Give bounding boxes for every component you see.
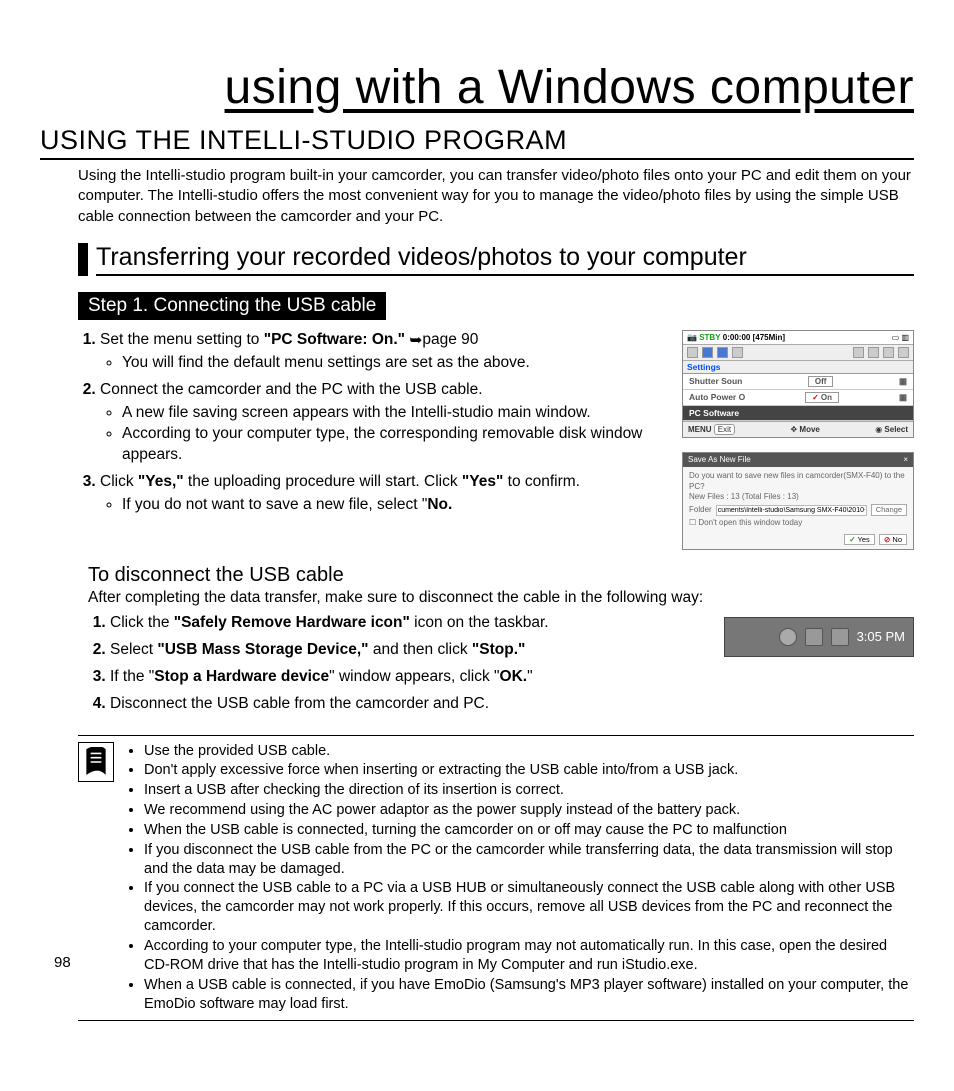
steps-list: Set the menu setting to "PC Software: On… xyxy=(78,330,682,516)
disconnect-step: Click the "Safely Remove Hardware icon" … xyxy=(110,613,724,634)
no-button: ⊘ No xyxy=(879,534,907,545)
step-2: Connect the camcorder and the PC with th… xyxy=(100,380,682,467)
note-item: Don't apply excessive force when inserti… xyxy=(144,761,914,780)
notes-list: Use the provided USB cable. Don't apply … xyxy=(126,742,914,1015)
step-1-bullet: You will find the default menu settings … xyxy=(122,353,682,374)
divider xyxy=(78,1020,914,1021)
folder-path-input xyxy=(716,505,867,516)
disconnect-step: Select "USB Mass Storage Device," and th… xyxy=(110,640,724,661)
note-item: When a USB cable is connected, if you ha… xyxy=(144,976,914,1014)
intro-paragraph: Using the Intelli-studio program built-i… xyxy=(78,166,914,227)
disconnect-step: If the "Stop a Hardware device" window a… xyxy=(110,667,724,688)
dialog-title: Save As New File xyxy=(688,455,751,465)
taskbar-screenshot: 3:05 PM xyxy=(724,617,914,657)
step-2-bullet: According to your computer type, the cor… xyxy=(122,424,682,466)
section-heading: USING THE INTELLI-STUDIO PROGRAM xyxy=(40,125,914,160)
tray-icon xyxy=(831,628,849,646)
dialog-question: Do you want to save new files in camcord… xyxy=(689,471,907,492)
arrow-right-icon: ➥ xyxy=(409,331,422,352)
tray-icon xyxy=(805,628,823,646)
note-item: According to your computer type, the Int… xyxy=(144,937,914,975)
step-3: Click "Yes," the uploading procedure wil… xyxy=(100,472,682,516)
note-item: When the USB cable is connected, turning… xyxy=(144,821,914,840)
disconnect-step: Disconnect the USB cable from the camcor… xyxy=(110,694,724,715)
note-item: If you disconnect the USB cable from the… xyxy=(144,841,914,879)
step-bold: "PC Software: On." xyxy=(264,331,405,348)
step-heading: Step 1. Connecting the USB cable xyxy=(78,292,386,320)
stby-label: STBY xyxy=(699,333,720,342)
tray-icon xyxy=(779,628,797,646)
subsection-heading: Transferring your recorded videos/photos… xyxy=(96,243,914,276)
taskbar-time: 3:05 PM xyxy=(857,629,905,644)
note-item: We recommend using the AC power adaptor … xyxy=(144,801,914,820)
close-icon: × xyxy=(903,455,908,465)
step-3-bullet: If you do not want to save a new file, s… xyxy=(122,495,682,516)
camcorder-menu-screenshot: 📷 STBY 0:00:00 [475Min] ▭ ▥ Settings Shu… xyxy=(682,330,914,438)
dont-open-checkbox-label: Don't open this window today xyxy=(698,518,802,527)
step-pageref: page 90 xyxy=(422,331,478,348)
note-item: Use the provided USB cable. xyxy=(144,742,914,761)
note-item: If you connect the USB cable to a PC via… xyxy=(144,879,914,936)
page-number: 98 xyxy=(54,954,71,971)
heading-bar xyxy=(78,243,88,276)
step-text: Connect the camcorder and the PC with th… xyxy=(100,381,483,398)
disconnect-heading: To disconnect the USB cable xyxy=(88,564,914,587)
settings-label: Settings xyxy=(683,361,913,374)
disconnect-intro: After completing the data transfer, make… xyxy=(88,589,914,607)
dialog-filecount: New Files : 13 (Total Files : 13) xyxy=(689,492,907,502)
save-dialog-screenshot: Save As New File × Do you want to save ne… xyxy=(682,452,914,550)
step-1: Set the menu setting to "PC Software: On… xyxy=(100,330,682,374)
page-title: using with a Windows computer xyxy=(40,60,914,115)
note-icon xyxy=(78,742,114,782)
change-button: Change xyxy=(871,504,907,516)
divider xyxy=(78,735,914,736)
step-2-bullet: A new file saving screen appears with th… xyxy=(122,403,682,424)
step-text: Set the menu setting to xyxy=(100,331,264,348)
disconnect-list: Click the "Safely Remove Hardware icon" … xyxy=(88,613,724,715)
note-item: Insert a USB after checking the directio… xyxy=(144,781,914,800)
yes-button: ✓ Yes xyxy=(844,534,875,545)
